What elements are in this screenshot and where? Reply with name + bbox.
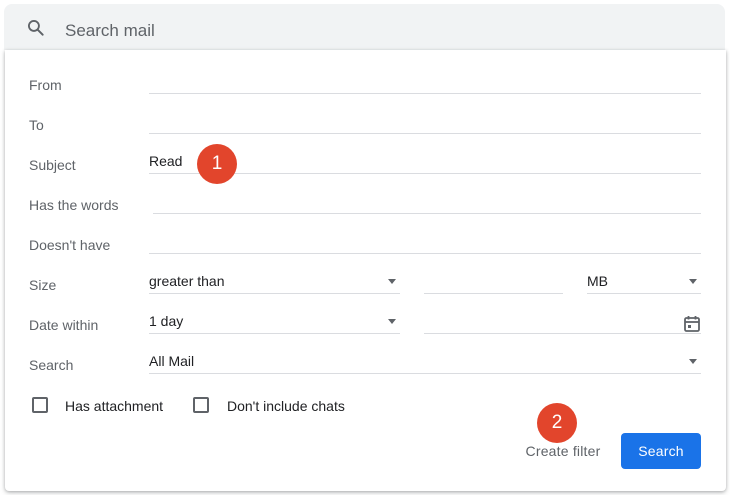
create-filter-button[interactable]: Create filter [510,436,616,466]
step-1-badge: 1 [197,144,237,184]
size-operator-select[interactable]: greater than [149,270,400,294]
subject-value: Read [149,153,183,169]
calendar-icon[interactable] [683,315,701,333]
doesnt-have-field[interactable] [149,230,701,254]
date-within-label: Date within [29,317,99,333]
advanced-search-panel: From To Subject Read 1 Has the words Doe… [5,50,726,491]
has-attachment-label[interactable]: Has attachment [65,398,163,414]
has-attachment-checkbox[interactable] [32,397,48,413]
search-input[interactable]: Search mail [65,21,155,41]
to-label: To [29,117,44,133]
search-in-select[interactable]: All Mail [149,350,701,374]
from-label: From [29,77,62,93]
no-chats-checkbox[interactable] [193,397,209,413]
date-field[interactable] [424,310,701,334]
from-field[interactable] [149,70,701,94]
chevron-down-icon [388,279,396,284]
has-words-label: Has the words [29,197,119,213]
search-in-label: Search [29,357,74,373]
subject-label: Subject [29,157,76,173]
search-icon[interactable] [26,18,46,38]
search-bar[interactable]: Search mail [4,4,725,50]
search-button[interactable]: Search [621,433,701,469]
doesnt-have-label: Doesn't have [29,237,111,253]
size-amount-field[interactable] [424,270,563,294]
size-label: Size [29,277,57,293]
size-operator-value: greater than [149,273,225,289]
chevron-down-icon [689,279,697,284]
size-unit-select[interactable]: MB [587,270,701,294]
date-range-select[interactable]: 1 day [149,310,400,334]
to-field[interactable] [149,110,701,134]
chevron-down-icon [388,319,396,324]
date-range-value: 1 day [149,313,184,329]
search-in-value: All Mail [149,353,195,369]
chevron-down-icon [689,359,697,364]
has-words-field[interactable] [153,190,701,214]
no-chats-label[interactable]: Don't include chats [227,398,345,414]
size-unit-value: MB [587,273,608,289]
